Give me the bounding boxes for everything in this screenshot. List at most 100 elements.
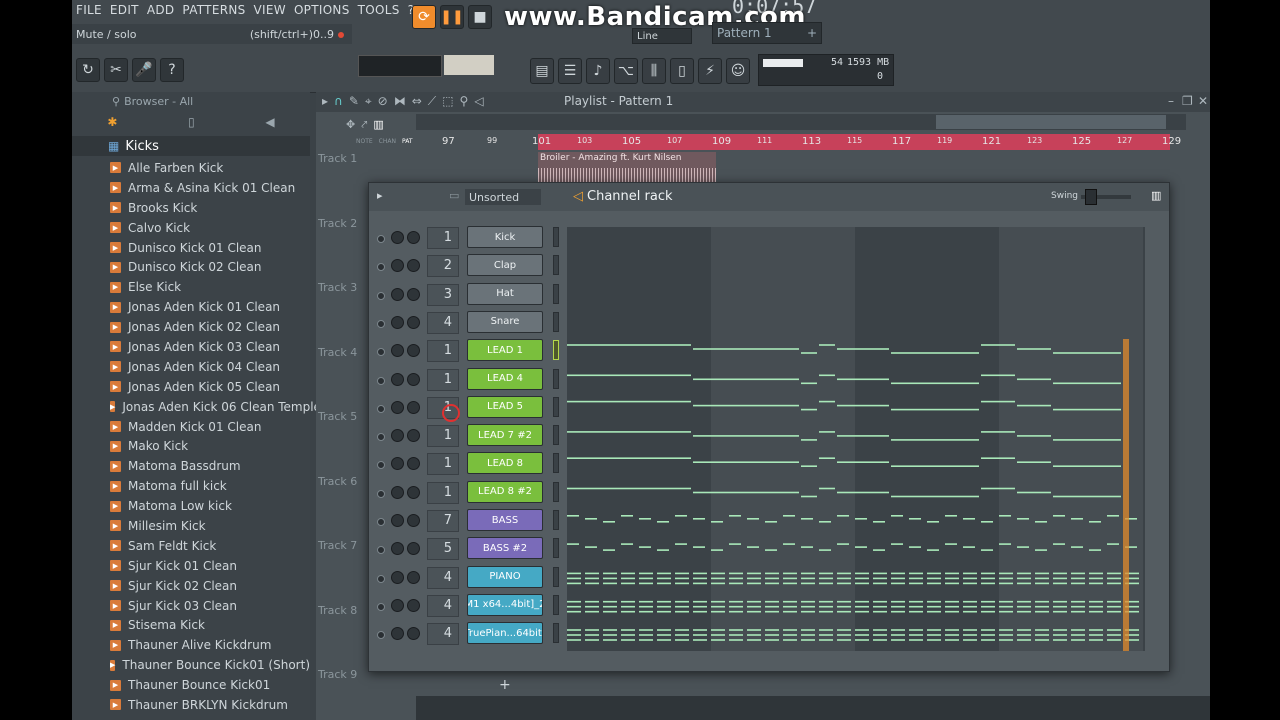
channel-select-indicator[interactable] — [553, 510, 559, 530]
mixer-track-route[interactable]: 1 — [427, 453, 459, 476]
mute-led-icon[interactable] — [377, 263, 385, 272]
channel-button[interactable]: TruePian...64bit] — [467, 622, 543, 645]
mixer-track-route[interactable]: 4 — [427, 311, 459, 334]
channel-button[interactable]: Hat — [467, 282, 543, 305]
microphone-icon[interactable]: 🎤 — [132, 58, 156, 82]
volume-knob[interactable] — [407, 542, 420, 556]
channel-select-indicator[interactable] — [553, 566, 559, 587]
graph-editor-icon[interactable]: ▥ — [1151, 189, 1161, 202]
mute-led-icon[interactable] — [377, 235, 385, 243]
piano-roll-preview[interactable] — [567, 227, 1145, 651]
pan-knob[interactable] — [391, 485, 404, 499]
track-header-label[interactable]: Track 8 — [318, 604, 357, 617]
track-header-label[interactable]: Track 2 — [318, 217, 357, 230]
track-header-label[interactable]: Track 4 — [318, 346, 357, 359]
volume-knob[interactable] — [407, 627, 420, 641]
channel-select-indicator[interactable] — [553, 453, 559, 474]
channel-select-indicator[interactable] — [553, 311, 559, 332]
volume-knob[interactable] — [407, 231, 420, 244]
channel-select-indicator[interactable] — [553, 340, 559, 361]
undo-icon[interactable]: ↻ — [76, 58, 100, 82]
menu-add[interactable]: ADD — [147, 3, 175, 17]
piano-roll-icon[interactable]: ♪ — [586, 58, 610, 84]
mute-led-icon[interactable] — [377, 518, 385, 526]
channel-rack-icon[interactable]: ☰ — [558, 58, 582, 84]
track-header-label[interactable]: Track 3 — [318, 281, 357, 294]
channel-select-indicator[interactable] — [553, 255, 559, 276]
channel-select-indicator[interactable] — [553, 623, 559, 644]
mixer-track-route[interactable]: 4 — [427, 623, 459, 646]
mixer-track-route[interactable]: 1 — [427, 340, 459, 363]
channel-button[interactable]: Kick — [467, 226, 543, 248]
pause-button[interactable]: ❚❚ — [440, 5, 464, 29]
menu-view[interactable]: VIEW — [254, 3, 286, 17]
select-icon[interactable]: ⬚ — [442, 94, 453, 109]
channel-select-indicator[interactable] — [553, 481, 559, 502]
browser-file-item[interactable]: ▶ Dunisco Kick 02 Clean — [72, 257, 310, 277]
speaker-icon[interactable]: ◁ — [474, 94, 483, 109]
add-pattern-icon[interactable]: + — [807, 26, 817, 40]
channel-button[interactable]: Clap — [467, 254, 543, 277]
volume-knob[interactable] — [407, 485, 420, 499]
pan-knob[interactable] — [391, 315, 404, 329]
menu-patterns[interactable]: PATTERNS — [182, 3, 245, 17]
mute-led-icon[interactable] — [377, 631, 385, 640]
volume-knob[interactable] — [407, 429, 420, 443]
browser-file-item[interactable]: ▶ Sam Feldt Kick — [72, 536, 310, 556]
volume-knob[interactable] — [407, 344, 420, 358]
volume-knob[interactable] — [407, 400, 420, 414]
horizontal-scrollbar[interactable] — [416, 114, 1186, 130]
channel-filter-select[interactable]: Unsorted — [465, 189, 541, 205]
audio-clip[interactable]: Broiler - Amazing ft. Kurt Nilsen — [538, 152, 716, 182]
pan-knob[interactable] — [391, 259, 404, 273]
browser-plugins-tab-icon[interactable]: ◀ — [265, 115, 274, 129]
mute-led-icon[interactable] — [377, 461, 385, 470]
channel-button[interactable]: LEAD 4 — [467, 367, 543, 390]
menu-edit[interactable]: EDIT — [110, 3, 139, 17]
pan-knob[interactable] — [391, 231, 404, 244]
browser-files-tab-icon[interactable]: ▯ — [188, 115, 195, 129]
browser-file-item[interactable]: ▶ Millesim Kick — [72, 516, 310, 536]
browser-file-item[interactable]: ▶ Mako Kick — [72, 436, 310, 456]
browser-file-item[interactable]: ▶ Brooks Kick — [72, 198, 310, 218]
channel-select-indicator[interactable] — [553, 368, 559, 389]
ruler-note-label[interactable]: NOTE — [356, 138, 373, 145]
browser-file-item[interactable]: ▶ Jonas Aden Kick 06 Clean Temple — [72, 397, 321, 417]
channel-select-indicator[interactable] — [553, 425, 559, 446]
browser-tree-tab-icon[interactable]: ✱ — [107, 115, 117, 129]
slice-icon[interactable]: ⟋ — [428, 94, 436, 109]
browser-file-item[interactable]: ▶ Sjur Kick 02 Clean — [72, 576, 310, 596]
browser-file-item[interactable]: ▶ Sjur Kick 03 Clean — [72, 596, 310, 616]
browser-file-item[interactable]: ▶ Arma & Asina Kick 01 Clean — [72, 178, 310, 198]
channel-select-indicator[interactable] — [553, 594, 559, 615]
browser-file-item[interactable]: ▶ Calvo Kick — [72, 218, 310, 238]
close-icon[interactable]: ✕ — [1198, 94, 1208, 108]
playlist-icon[interactable]: ▤ — [530, 58, 554, 84]
volume-knob[interactable] — [407, 287, 420, 301]
browser-file-item[interactable]: ▶ Sjur Kick 01 Clean — [72, 556, 310, 576]
minimize-icon[interactable]: – — [1168, 94, 1174, 108]
pan-knob[interactable] — [391, 514, 404, 527]
ruler-chan-label[interactable]: CHAN — [379, 138, 396, 145]
delete-icon[interactable]: ⊘ — [378, 94, 388, 109]
browser-file-item[interactable]: ▶ Thauner Bounce Kick01 (Short) — [72, 655, 310, 675]
pattern-selector[interactable]: Pattern 1 + — [712, 22, 822, 44]
browser-file-item[interactable]: ▶ Alle Farben Kick — [72, 158, 310, 178]
add-channel-button[interactable]: + — [499, 677, 511, 693]
browser-file-item[interactable]: ▶ Dunisco Kick 01 Clean — [72, 238, 310, 258]
menu-tools[interactable]: TOOLS — [358, 3, 400, 17]
channel-button[interactable]: LEAD 8 — [467, 452, 543, 475]
browser-file-item[interactable]: ▶ Jonas Aden Kick 01 Clean — [72, 297, 310, 317]
volume-knob[interactable] — [407, 570, 420, 584]
channel-select-indicator[interactable] — [553, 538, 559, 559]
pan-knob[interactable] — [391, 287, 404, 301]
channel-select-indicator[interactable] — [553, 283, 559, 304]
browser-file-item[interactable]: ▶ Thauner BRKLYN Kickdrum — [72, 695, 310, 715]
magnet-icon[interactable]: ∩ — [334, 94, 343, 109]
menu-options[interactable]: OPTIONS — [294, 3, 350, 17]
browser-file-item[interactable]: ▶ Matoma Low kick — [72, 496, 310, 516]
mixer-icon[interactable]: ⫼ — [642, 58, 666, 84]
mute-led-icon[interactable] — [377, 291, 385, 300]
mute-led-icon[interactable] — [377, 546, 385, 555]
track-header-label[interactable]: Track 7 — [318, 539, 357, 552]
